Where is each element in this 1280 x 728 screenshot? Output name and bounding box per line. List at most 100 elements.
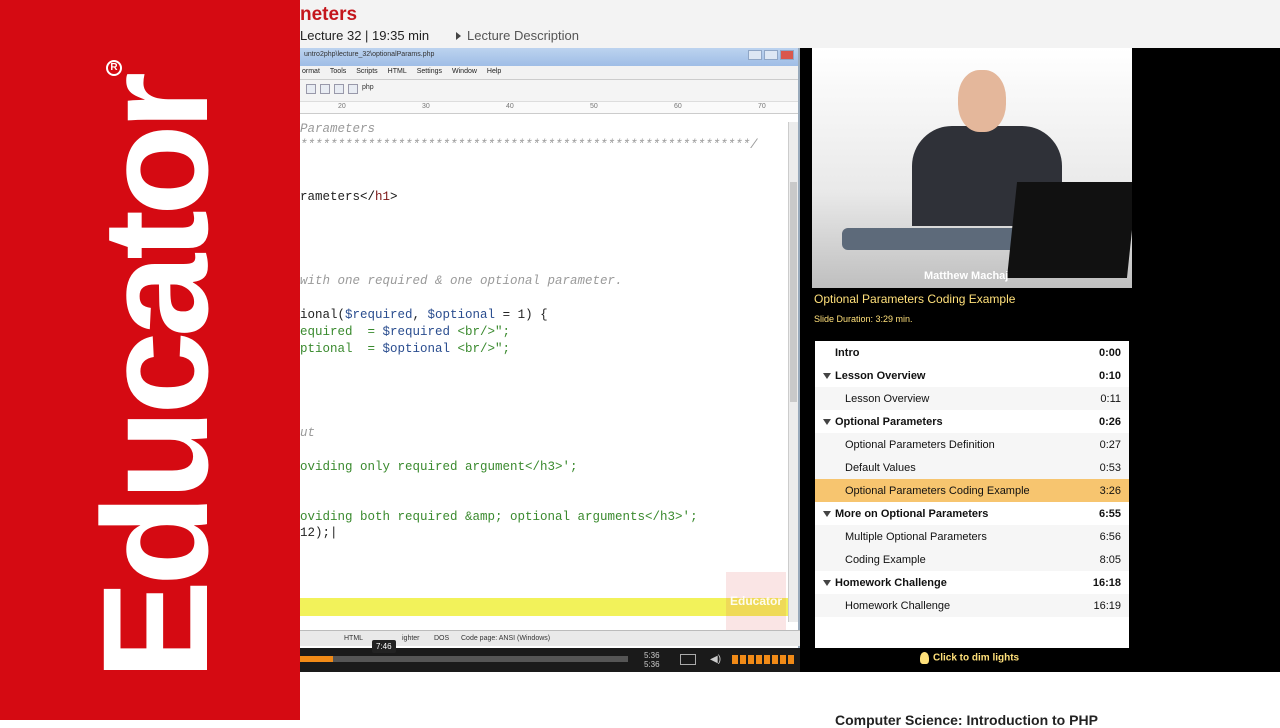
toc-time: 0:00	[1098, 347, 1121, 359]
toc-time: 6:56	[1099, 531, 1121, 543]
code-line: 12);|	[300, 526, 338, 540]
seek-tooltip: 7:46	[372, 640, 396, 653]
presenter-head	[958, 70, 1006, 132]
toc-time: 16:19	[1093, 600, 1121, 612]
code-line: with one required & one optional paramet…	[300, 274, 623, 288]
status-codepage: Code page: ANSI (Windows)	[461, 635, 551, 642]
code-line: rameters</h1>	[300, 190, 398, 204]
code-line: ****************************************…	[300, 138, 758, 152]
time-total: 5:36	[644, 660, 660, 669]
ruler-tick: 50	[590, 103, 598, 110]
collapse-triangle-icon	[823, 419, 831, 425]
editor-menu-bar: ormat Tools Scripts HTML Settings Window…	[300, 66, 798, 80]
toc-item-active[interactable]: Optional Parameters Coding Example 3:26	[815, 479, 1129, 502]
table-of-contents: Intro 0:00 Lesson Overview 0:10 Lesson Overv…	[815, 341, 1129, 648]
video-player[interactable]: untro2php\lecture_32\optionalParams.php …	[300, 48, 1280, 672]
toc-item[interactable]: Homework Challenge 16:19	[815, 594, 1129, 617]
menu-item: Settings	[416, 68, 443, 75]
brand-logo: Educator	[71, 77, 239, 680]
toc-section[interactable]: Homework Challenge 16:18	[815, 571, 1129, 594]
toc-item[interactable]: Multiple Optional Parameters 6:56	[815, 525, 1129, 548]
toc-time: 0:10	[1098, 370, 1121, 382]
editor-window-path: untro2php\lecture_32\optionalParams.php	[304, 51, 435, 58]
toc-label: Default Values	[845, 462, 916, 474]
watermark-logo: Educator	[726, 572, 786, 630]
toolbar-icon	[306, 84, 316, 94]
toc-label: Optional Parameters	[835, 416, 943, 428]
toc-section[interactable]: Intro 0:00	[815, 341, 1129, 364]
ruler-tick: 60	[674, 103, 682, 110]
file-tab: php	[362, 84, 374, 91]
toc-time: 8:05	[1099, 554, 1121, 566]
code-line: ional($required, $optional = 1) {	[300, 308, 548, 322]
toc-section[interactable]: More on Optional Parameters 6:55	[815, 502, 1129, 525]
toc-item[interactable]: Coding Example 8:05	[815, 548, 1129, 571]
editor-ruler: 20 30 40 50 60 70	[300, 102, 798, 114]
code-line: Parameters	[300, 122, 376, 136]
ruler-tick: 20	[338, 103, 346, 110]
toc-section[interactable]: Optional Parameters 0:26	[815, 410, 1129, 433]
ruler-tick: 40	[506, 103, 514, 110]
code-line: equired = $required <br/>";	[300, 325, 511, 339]
time-current: 5:36	[644, 651, 660, 660]
toc-time: 0:26	[1098, 416, 1121, 428]
toc-time: 0:27	[1099, 439, 1121, 451]
toc-label: Intro	[835, 347, 860, 359]
collapse-triangle-icon	[823, 580, 831, 586]
toc-label: Lesson Overview	[845, 393, 930, 405]
ruler-tick: 30	[422, 103, 430, 110]
lecture-description-label: Lecture Description	[467, 28, 579, 43]
toolbar-icon	[348, 84, 358, 94]
toc-time: 16:18	[1092, 577, 1121, 589]
toc-label: Homework Challenge	[835, 577, 947, 589]
toc-item[interactable]: Lesson Overview 0:11	[815, 387, 1129, 410]
ruler-tick: 70	[758, 103, 766, 110]
code-line: oviding both required &amp; optional arg…	[300, 510, 698, 524]
volume-slider[interactable]	[732, 655, 794, 664]
menu-item: Help	[486, 68, 502, 75]
editor-toolbar: php	[300, 80, 798, 102]
menu-item: HTML	[387, 68, 407, 75]
toc-time: 3:26	[1099, 485, 1121, 497]
menu-item: Window	[452, 68, 477, 75]
toc-time: 0:11	[1100, 393, 1121, 405]
current-line-highlight	[300, 598, 788, 616]
toc-label: Multiple Optional Parameters	[845, 531, 987, 543]
fullscreen-button[interactable]	[680, 654, 696, 665]
lecture-meta: Lecture 32 | 19:35 min	[300, 28, 430, 43]
collapse-triangle-icon	[823, 511, 831, 517]
toc-label: Lesson Overview	[835, 370, 926, 382]
course-title: Computer Science: Introduction to PHP	[835, 712, 1098, 728]
lecture-title: neters	[300, 4, 358, 25]
toc-section[interactable]: Lesson Overview 0:10	[815, 364, 1129, 387]
toc-label: Homework Challenge	[845, 600, 951, 612]
toolbar-icon	[334, 84, 344, 94]
dim-lights-button[interactable]: Click to dim lights	[920, 652, 1019, 664]
toc-time: 0:53	[1099, 462, 1121, 474]
slide-title: Optional Parameters Coding Example	[814, 292, 1016, 306]
editor-window-title: untro2php\lecture_32\optionalParams.php	[300, 48, 798, 66]
lecture-header: neters Lecture 32 | 19:35 min Lecture De…	[300, 0, 1280, 48]
editor-screencast: untro2php\lecture_32\optionalParams.php …	[300, 48, 800, 648]
bottom-strip: Computer Science: Introduction to PHP	[300, 672, 1280, 728]
maximize-icon	[764, 50, 778, 60]
volume-icon[interactable]: ◀)	[710, 654, 721, 665]
seek-bar-progress	[300, 656, 333, 662]
toc-label: Coding Example	[845, 554, 926, 566]
status-lang: HTML	[344, 635, 364, 642]
toc-label: More on Optional Parameters	[835, 508, 989, 520]
time-display: 5:36 5:36	[644, 651, 660, 669]
expand-triangle-icon	[456, 32, 461, 40]
presenter-video: Matthew Machaj	[812, 48, 1132, 288]
registered-mark-icon: R	[106, 60, 122, 76]
code-line: ptional = $optional <br/>";	[300, 342, 511, 356]
toc-item[interactable]: Default Values 0:53	[815, 456, 1129, 479]
lecture-description-link[interactable]: Lecture Description	[456, 28, 579, 43]
code-line: oviding only required argument</h3>';	[300, 460, 578, 474]
menu-item: Scripts	[356, 68, 378, 75]
code-line: ut	[300, 426, 316, 440]
dim-lights-label: Click to dim lights	[933, 652, 1020, 664]
seek-bar[interactable]: 7:46	[300, 640, 628, 662]
toc-item[interactable]: Optional Parameters Definition 0:27	[815, 433, 1129, 456]
lightbulb-icon	[920, 652, 929, 664]
